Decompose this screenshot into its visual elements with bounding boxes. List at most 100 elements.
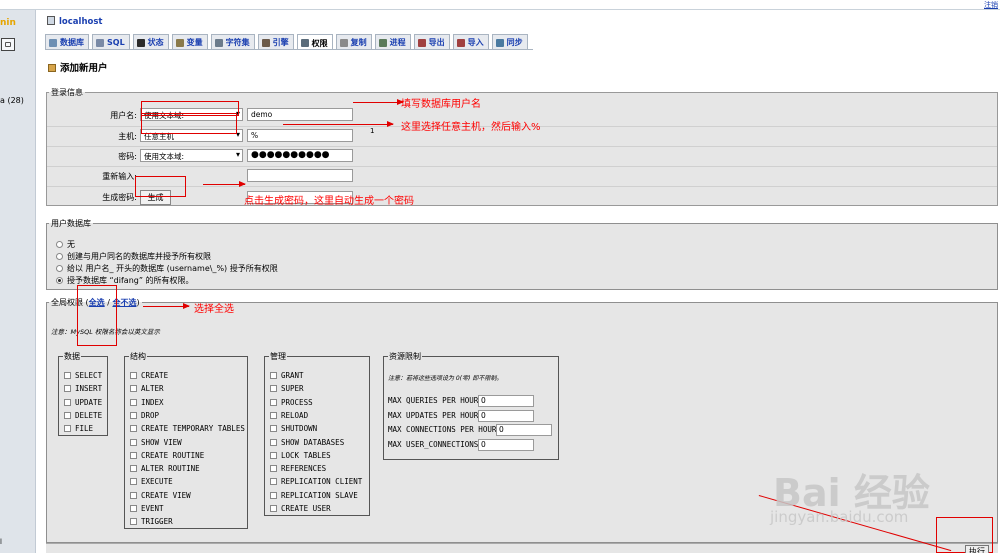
privilege-checkbox[interactable]: REPLICATION SLAVE — [270, 491, 358, 500]
tab-2[interactable]: 状态 — [132, 34, 169, 49]
checkbox[interactable] — [270, 398, 277, 406]
checkbox[interactable] — [130, 425, 137, 433]
privilege-checkbox[interactable]: CREATE TEMPORARY TABLES — [130, 424, 245, 433]
privilege-checkbox[interactable]: LOCK TABLES — [270, 451, 331, 460]
privilege-checkbox[interactable]: FILE — [64, 424, 93, 433]
left-db-entry[interactable]: a (28) — [0, 96, 24, 105]
privilege-checkbox[interactable]: RELOAD — [270, 411, 308, 420]
tab-icon — [49, 38, 57, 47]
checkbox[interactable] — [130, 438, 137, 446]
user-db-option[interactable]: 创建与用户同名的数据库并授予所有权限 — [56, 251, 211, 262]
checkbox[interactable] — [130, 385, 137, 393]
privilege-checkbox[interactable]: CREATE — [130, 371, 168, 380]
checkbox[interactable] — [64, 411, 71, 419]
checkbox[interactable] — [64, 398, 71, 406]
checkbox[interactable] — [270, 478, 277, 486]
privilege-label: ALTER — [141, 384, 164, 394]
password-input[interactable]: ●●●●●●●●●● — [247, 149, 353, 162]
privilege-checkbox[interactable]: PROCESS — [270, 398, 313, 407]
tab-11[interactable]: 同步 — [491, 34, 528, 49]
checkbox[interactable] — [130, 478, 137, 486]
checkbox[interactable] — [64, 372, 71, 379]
privilege-checkbox[interactable]: SHOW DATABASES — [270, 438, 344, 447]
privilege-label: LOCK TABLES — [281, 450, 331, 460]
privilege-checkbox[interactable]: REFERENCES — [270, 464, 326, 473]
tab-icon — [417, 38, 426, 47]
checkbox[interactable] — [130, 491, 137, 499]
radio-button[interactable] — [56, 265, 63, 272]
privilege-checkbox[interactable]: CREATE USER — [270, 504, 331, 513]
add-user-icon — [48, 64, 56, 72]
resource-limit-input[interactable]: 0 — [496, 424, 552, 436]
annotation-arrow-checkall — [143, 303, 190, 309]
tab-4[interactable]: 字符集 — [210, 34, 255, 49]
resource-limit-input[interactable]: 0 — [478, 409, 534, 422]
checkbox[interactable] — [130, 372, 137, 379]
privilege-checkbox[interactable]: INDEX — [130, 398, 164, 407]
checkbox[interactable] — [130, 398, 137, 406]
user-database-legend: 用户数据库 — [51, 219, 91, 228]
server-breadcrumb[interactable]: localhost — [47, 16, 102, 27]
user-db-option[interactable]: 给以 用户名_ 开头的数据库 (username\_%) 授予所有权限 — [56, 263, 278, 274]
tab-6[interactable]: 权限 — [296, 34, 333, 50]
checkbox[interactable] — [270, 372, 277, 379]
checkbox[interactable] — [130, 411, 137, 419]
radio-button[interactable] — [56, 277, 63, 284]
privilege-checkbox[interactable]: ALTER ROUTINE — [130, 464, 200, 473]
privilege-checkbox[interactable]: ALTER — [130, 384, 164, 393]
server-name[interactable]: localhost — [59, 17, 102, 27]
tab-9[interactable]: 导出 — [413, 34, 450, 49]
checkbox[interactable] — [270, 451, 277, 459]
host-input[interactable]: % — [247, 129, 353, 142]
checkbox[interactable] — [130, 518, 137, 526]
checkbox[interactable] — [270, 411, 277, 419]
tab-10[interactable]: 导入 — [452, 34, 489, 49]
logout-link[interactable]: 注销 — [984, 0, 998, 10]
execute-button[interactable]: 执行 — [965, 545, 989, 553]
privilege-checkbox[interactable]: EVENT — [130, 504, 164, 513]
privilege-checkbox[interactable]: CREATE VIEW — [130, 491, 191, 500]
tab-7[interactable]: 复制 — [335, 34, 372, 49]
privilege-checkbox[interactable]: EXECUTE — [130, 477, 173, 486]
tab-3[interactable]: 变量 — [171, 34, 208, 49]
radio-button[interactable] — [56, 241, 63, 248]
privilege-label: EVENT — [141, 504, 164, 513]
privilege-checkbox[interactable]: SUPER — [270, 384, 304, 393]
checkbox[interactable] — [64, 425, 71, 433]
query-window-icon[interactable] — [1, 38, 15, 51]
checkbox[interactable] — [270, 385, 277, 393]
user-db-option[interactable]: 无 — [56, 239, 75, 250]
privilege-checkbox[interactable]: SHUTDOWN — [270, 424, 317, 433]
user-database-fieldset: 用户数据库 无创建与用户同名的数据库并授予所有权限 给以 用户名_ 开头的数据库 … — [46, 218, 998, 290]
checkbox[interactable] — [130, 505, 137, 512]
reenter-input[interactable] — [247, 169, 353, 182]
checkbox[interactable] — [270, 438, 277, 446]
privilege-label: CREATE — [141, 371, 169, 380]
resource-limit-input[interactable]: 0 — [478, 395, 534, 407]
privilege-checkbox[interactable]: SHOW VIEW — [130, 438, 182, 447]
privilege-checkbox[interactable]: CREATE ROUTINE — [130, 451, 204, 460]
privilege-checkbox[interactable]: UPDATE — [64, 398, 102, 407]
tab-1[interactable]: SQL — [92, 34, 130, 49]
privilege-checkbox[interactable]: GRANT — [270, 371, 304, 380]
tab-5[interactable]: 引擎 — [257, 34, 294, 49]
username-input[interactable]: demo — [247, 108, 353, 121]
privilege-checkbox[interactable]: DROP — [130, 411, 159, 420]
checkbox[interactable] — [130, 465, 137, 473]
privilege-checkbox[interactable]: REPLICATION CLIENT — [270, 477, 362, 486]
checkbox[interactable] — [270, 491, 277, 499]
privilege-checkbox[interactable]: DELETE — [64, 411, 102, 420]
resource-limit-input[interactable]: 0 — [478, 438, 534, 451]
privilege-checkbox[interactable]: TRIGGER — [130, 517, 173, 526]
privilege-checkbox[interactable]: INSERT — [64, 384, 102, 393]
tab-8[interactable]: 进程 — [374, 34, 411, 49]
checkbox[interactable] — [270, 465, 277, 473]
privilege-checkbox[interactable]: SELECT — [64, 371, 102, 380]
checkbox[interactable] — [64, 385, 71, 393]
tab-0[interactable]: 数据库 — [45, 34, 89, 49]
checkbox[interactable] — [130, 451, 137, 459]
checkbox[interactable] — [270, 425, 277, 433]
radio-button[interactable] — [56, 253, 63, 260]
password-type-select[interactable]: 使用文本域: — [140, 149, 243, 162]
checkbox[interactable] — [270, 505, 277, 512]
